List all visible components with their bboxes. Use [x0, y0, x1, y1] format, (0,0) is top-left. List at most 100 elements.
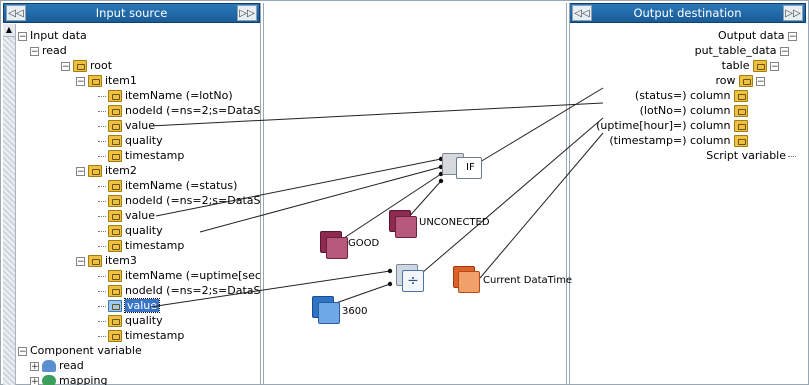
collapse-icon[interactable]: − [76, 76, 85, 86]
tree-label: nodeId (=ns=2;s=DataSour [125, 104, 260, 117]
tree-label: timestamp [125, 149, 185, 162]
folder-icon [108, 150, 122, 162]
tree-node-output-data[interactable]: Output data − [718, 28, 800, 43]
tree-leaf[interactable]: nodeId (=ns=2;s=DataSour [98, 103, 260, 118]
tree-leaf[interactable]: value [98, 208, 155, 223]
user-icon [42, 360, 56, 372]
tree-leaf[interactable]: timestamp [98, 238, 184, 253]
collapse-icon[interactable]: − [756, 76, 765, 86]
panel-divider[interactable] [260, 3, 261, 385]
tree-label: value [125, 119, 156, 132]
folder-icon [734, 90, 748, 102]
tree-label: (timestamp=) column [609, 134, 731, 147]
tree-node-item3[interactable]: − item3 [76, 253, 137, 268]
string-constant-icon [395, 216, 417, 238]
input-panel-title: Input source [95, 6, 168, 20]
folder-icon [734, 105, 748, 117]
tree-node-script-variable[interactable]: Script variable [706, 148, 798, 163]
folder-icon [108, 90, 122, 102]
tree-leaf[interactable]: nodeId (=ns=2;s=DataSour [98, 193, 260, 208]
folder-icon [108, 330, 122, 342]
collapse-icon[interactable]: − [76, 166, 85, 176]
tree-leaf[interactable]: timestamp [98, 328, 184, 343]
folder-icon [108, 135, 122, 147]
tree-label: value [123, 298, 161, 313]
output-panel-title: Output destination [633, 6, 742, 20]
tree-leaf[interactable]: itemName (=uptime[sec]) [98, 268, 260, 283]
collapse-icon[interactable]: − [18, 346, 27, 356]
tree-leaf[interactable]: value [98, 118, 155, 133]
tree-leaf[interactable]: itemName (=lotNo) [98, 88, 233, 103]
panel-divider[interactable] [566, 3, 567, 385]
tree-label: itemName (=lotNo) [125, 89, 233, 102]
tree-label: quality [125, 314, 163, 327]
expand-right-icon[interactable]: ▷▷ [237, 5, 257, 21]
collapse-icon[interactable]: − [61, 61, 70, 71]
tree-label: (status=) column [634, 89, 731, 102]
output-tree: Output data − put_table_data − table − r… [569, 24, 806, 385]
tree-leaf[interactable]: timestamp [98, 148, 184, 163]
folder-icon [108, 210, 122, 222]
good-label: GOOD [348, 238, 380, 249]
collapse-icon[interactable]: − [18, 31, 27, 41]
tree-leaf[interactable]: quality [98, 223, 163, 238]
tree-label: timestamp [125, 239, 185, 252]
tree-label: item2 [105, 164, 137, 177]
folder-icon [108, 225, 122, 237]
tree-node-root[interactable]: − root [61, 58, 112, 73]
tree-node-component-variable[interactable]: − Component variable [18, 343, 142, 358]
tree-node-read[interactable]: − read [30, 43, 67, 58]
folder-icon [88, 255, 102, 267]
input-tree: ▲ − Input data − read − root − item1 itemNam… [3, 24, 260, 385]
expand-right-icon[interactable]: ▷▷ [783, 5, 803, 21]
tree-label: item1 [105, 74, 137, 87]
tree-label: quality [125, 224, 163, 237]
folder-icon [88, 75, 102, 87]
number-constant-icon [318, 302, 340, 324]
tree-node-row[interactable]: row − [715, 73, 768, 88]
tree-leaf[interactable]: quality [98, 133, 163, 148]
expand-icon[interactable]: + [30, 361, 39, 371]
vertical-scrollbar[interactable]: ▲ [3, 24, 16, 385]
tree-node-item2[interactable]: − item2 [76, 163, 137, 178]
collapse-icon[interactable]: − [788, 31, 797, 41]
expand-icon[interactable]: + [30, 376, 39, 385]
tree-node-item1[interactable]: − item1 [76, 73, 137, 88]
tree-label: (uptime[hour]=) column [596, 119, 731, 132]
tree-leaf[interactable]: (lotNo=) column [640, 103, 751, 118]
datetime-label: Current DataTime [483, 275, 573, 286]
tree-leaf[interactable]: (status=) column [635, 88, 751, 103]
scroll-up-icon[interactable]: ▲ [3, 24, 15, 37]
panel-divider[interactable] [263, 3, 264, 385]
tree-node-input-data[interactable]: − Input data [18, 28, 87, 43]
collapse-icon[interactable]: − [780, 46, 789, 56]
tree-node-put-table-data[interactable]: put_table_data − [695, 43, 792, 58]
tree-label: quality [125, 134, 163, 147]
tree-leaf[interactable]: (uptime[hour]=) column [596, 118, 751, 133]
mapping-icon [42, 375, 56, 385]
collapse-icon[interactable]: − [76, 256, 85, 266]
tree-label: nodeId (=ns=2;s=DataSour [125, 284, 260, 297]
tree-leaf[interactable]: itemName (=status) [98, 178, 237, 193]
folder-icon [108, 240, 122, 252]
tree-label: itemName (=status) [125, 179, 238, 192]
datetime-icon [458, 271, 480, 293]
tree-node-read[interactable]: + read [30, 358, 84, 373]
folder-icon [108, 105, 122, 117]
string-constant-icon [326, 237, 348, 259]
folder-icon [753, 60, 767, 72]
collapse-icon[interactable]: − [30, 46, 39, 56]
folder-icon [108, 270, 122, 282]
tree-leaf[interactable]: quality [98, 313, 163, 328]
divide-icon: ÷ [402, 270, 424, 292]
tree-leaf[interactable]: (timestamp=) column [609, 133, 751, 148]
folder-icon [73, 60, 87, 72]
collapse-icon[interactable]: − [770, 61, 779, 71]
tree-node-table[interactable]: table − [722, 58, 782, 73]
tree-node-mapping[interactable]: + mapping [30, 373, 107, 385]
tree-label: item3 [105, 254, 137, 267]
tree-label: read [59, 359, 84, 372]
tree-leaf-selected[interactable]: value [98, 298, 161, 313]
tree-label: read [42, 44, 67, 57]
tree-leaf[interactable]: nodeId (=ns=2;s=DataSour [98, 283, 260, 298]
